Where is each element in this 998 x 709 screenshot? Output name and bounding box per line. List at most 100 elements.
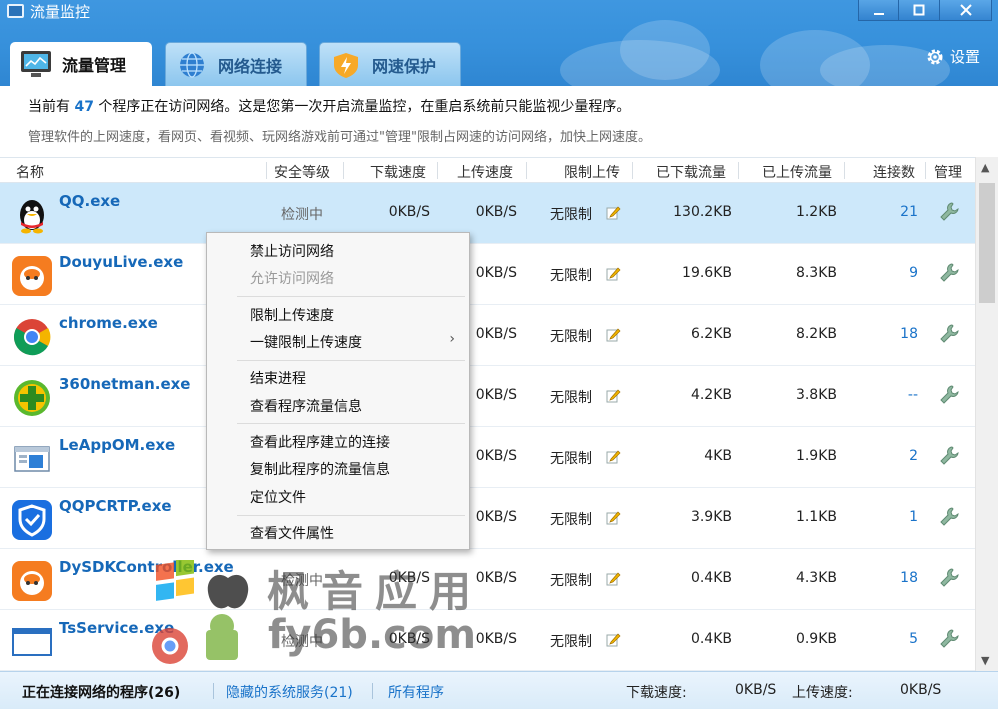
scroll-down-icon[interactable]: ▼ [981,654,989,667]
tab-label: 网速保护 [372,56,437,76]
wrench-icon[interactable] [938,384,960,406]
tab-traffic-management[interactable]: 流量管理 [10,42,152,86]
edit-icon[interactable] [606,510,621,525]
footer-tab-hidden-services[interactable]: 隐藏的系统服务(21) [226,682,353,702]
watermark-logos-icon [152,560,249,664]
tab-network-connections[interactable]: 网络连接 [165,42,307,86]
col-manage: 管理 [934,165,962,181]
downloaded-total: 6.2KB [690,326,732,342]
program-name: QQPCRTP.exe [59,497,172,515]
upload-limit: 无限制 [550,573,592,589]
window-app-icon [14,446,50,472]
program-count: 47 [74,99,94,115]
menu-item-file-properties[interactable]: 查看文件属性 [250,523,334,543]
connection-count[interactable]: -- [908,387,918,403]
menu-item-view-connections[interactable]: 查看此程序建立的连接 [250,432,390,452]
wrench-icon[interactable] [938,628,960,650]
monitor-icon [21,51,51,77]
table-row[interactable]: DySDKController.exe 检测中 0KB/S 0KB/S 无限制 … [0,549,975,610]
wrench-icon[interactable] [938,445,960,467]
minimize-button[interactable] [858,0,899,21]
upload-limit: 无限制 [550,329,592,345]
menu-item-limit-upload[interactable]: 限制上传速度 [250,305,334,325]
table-row[interactable]: chrome.exe 0KB/S 无限制 6.2KB 8.2KB 18 [0,305,975,366]
douyu-icon [12,561,52,601]
table-row[interactable]: 360netman.exe 0KB/S 无限制 4.2KB 3.8KB -- [0,366,975,427]
edit-icon[interactable] [606,205,621,220]
connection-count[interactable]: 9 [909,265,918,281]
col-download-speed[interactable]: 下载速度 [370,162,426,182]
menu-separator [237,296,465,297]
360-icon [14,380,50,416]
table-row[interactable]: QQ.exe 检测中 0KB/S 0KB/S 无限制 130.2KB 1.2KB… [0,183,975,244]
menu-item-block-network[interactable]: 禁止访问网络 [250,241,334,261]
watermark-url: fy6b.com [268,612,477,658]
downloaded-total: 0.4KB [690,631,732,647]
upload-limit: 无限制 [550,390,592,406]
info-prefix: 当前有 [28,99,70,115]
settings-button[interactable]: 设置 [926,46,980,67]
scroll-up-icon[interactable]: ▲ [981,161,989,174]
table-header: 名称 安全等级 下载速度 上传速度 限制上传 已下载流量 已上传流量 连接数 管… [0,157,975,183]
table-row[interactable]: TsService.exe 检测中 0KB/S 0KB/S 无限制 0.4KB … [0,610,975,671]
edit-icon[interactable] [606,327,621,342]
edit-icon[interactable] [606,388,621,403]
col-upload-limit[interactable]: 限制上传 [564,162,620,182]
upload-speed: 0KB/S [475,509,517,525]
menu-item-locate-file[interactable]: 定位文件 [250,487,306,507]
status-bar: 正在连接网络的程序(26) 隐藏的系统服务(21) 所有程序 下载速度: 0KB… [0,671,998,709]
menu-item-one-click-limit-upload[interactable]: 一键限制上传速度 [250,332,362,352]
col-downloaded[interactable]: 已下载流量 [656,162,726,182]
table-row[interactable]: LeAppOM.exe 0KB/S 无限制 4KB 1.9KB 2 [0,427,975,488]
context-menu: 禁止访问网络 允许访问网络 限制上传速度 一键限制上传速度 › 结束进程 查看程… [206,232,470,550]
program-name: LeAppOM.exe [59,436,176,454]
col-upload-speed[interactable]: 上传速度 [457,162,513,182]
close-button[interactable] [940,0,992,21]
info-hint: 管理软件的上网速度，看网页、看视频、玩网络游戏前可通过"管理"限制占网速的访问网… [28,130,651,145]
edit-icon[interactable] [606,449,621,464]
maximize-icon [913,4,925,16]
menu-item-copy-traffic-info[interactable]: 复制此程序的流量信息 [250,459,390,479]
upload-limit: 无限制 [550,512,592,528]
edit-icon[interactable] [606,266,621,281]
connection-count[interactable]: 2 [909,448,918,464]
connection-count[interactable]: 21 [900,204,918,220]
downloaded-total: 19.6KB [682,265,732,281]
footer-tab-connecting[interactable]: 正在连接网络的程序(26) [22,682,180,702]
wrench-icon[interactable] [938,262,960,284]
wrench-icon[interactable] [938,506,960,528]
tab-label: 流量管理 [62,56,127,75]
connection-count[interactable]: 18 [900,570,918,586]
wrench-icon[interactable] [938,201,960,223]
tab-speed-protection[interactable]: 网速保护 [319,42,461,86]
col-uploaded[interactable]: 已上传流量 [762,162,832,182]
scroll-thumb[interactable] [979,183,995,303]
connection-count[interactable]: 5 [909,631,918,647]
wrench-icon[interactable] [938,323,960,345]
shield-app-icon [12,500,52,540]
upload-speed: 0KB/S [475,326,517,342]
vertical-scrollbar[interactable]: ▲ ▼ [975,157,998,671]
wrench-icon[interactable] [938,567,960,589]
edit-icon[interactable] [606,632,621,647]
menu-item-end-process[interactable]: 结束进程 [250,368,306,388]
info-suffix: 个程序正在访问网络。这是您第一次开启流量监控，在重启系统前只能监视少量程序。 [98,99,631,115]
menu-separator [237,423,465,424]
upload-speed-label: 上传速度: [792,685,853,701]
program-list: QQ.exe 检测中 0KB/S 0KB/S 无限制 130.2KB 1.2KB… [0,183,975,671]
maximize-button[interactable] [899,0,940,21]
uploaded-total: 8.2KB [795,326,837,342]
col-name[interactable]: 名称 [16,162,44,182]
menu-item-view-traffic-info[interactable]: 查看程序流量信息 [250,396,362,416]
footer-tab-all-programs[interactable]: 所有程序 [388,682,444,702]
col-security[interactable]: 安全等级 [274,162,330,182]
uploaded-total: 3.8KB [795,387,837,403]
edit-icon[interactable] [606,571,621,586]
table-row[interactable]: QQPCRTP.exe 0KB/S 无限制 3.9KB 1.1KB 1 [0,488,975,549]
upload-speed: 0KB/S [475,631,517,647]
col-connections[interactable]: 连接数 [873,162,915,182]
downloaded-total: 4.2KB [690,387,732,403]
table-row[interactable]: DouyuLive.exe 0KB/S 无限制 19.6KB 8.3KB 9 [0,244,975,305]
connection-count[interactable]: 18 [900,326,918,342]
connection-count[interactable]: 1 [909,509,918,525]
